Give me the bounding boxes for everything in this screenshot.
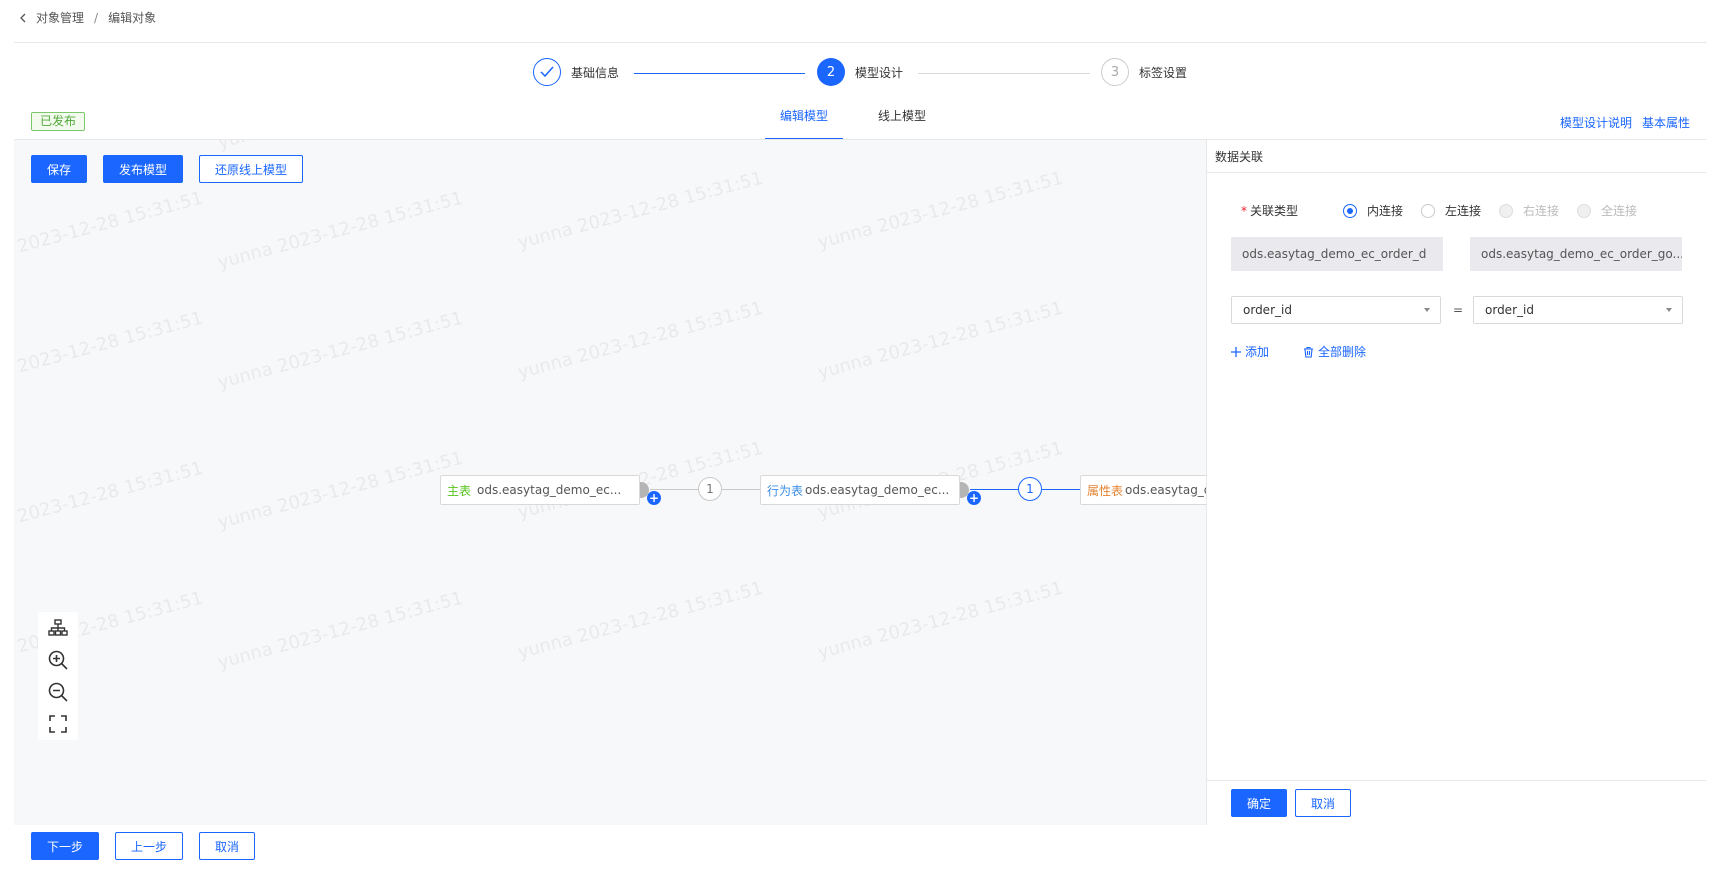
radio-dot	[1499, 203, 1513, 218]
step-number: 3	[1101, 58, 1129, 86]
watermark: yunna 2023-12-28 15:31:51	[216, 140, 466, 153]
step-number: 2	[817, 58, 845, 86]
join-connector[interactable]: 1	[698, 477, 722, 501]
chevron-down-icon	[1666, 308, 1672, 312]
node-table-name: ods.easytag_d	[1125, 483, 1206, 497]
breadcrumb-separator: /	[94, 10, 99, 25]
step-label: 标签设置	[1139, 65, 1188, 80]
radio-label: 全连接	[1601, 204, 1638, 218]
panel-cancel-button[interactable]: 取消	[1295, 789, 1351, 817]
radio-full-join: 全连接	[1577, 202, 1637, 219]
node-table-name: ods.easytag_demo_ec...	[805, 483, 950, 497]
plus-icon	[1231, 346, 1241, 357]
watermark: yunna 2023-12-28 15:31:51	[815, 167, 1066, 254]
left-table-name: ods.easytag_demo_ec_order_d	[1231, 237, 1443, 271]
watermark: yunna 2023-12-28 15:31:51	[815, 297, 1066, 384]
basic-properties-link[interactable]: 基本属性	[1642, 114, 1690, 131]
radio-dot	[1421, 203, 1435, 218]
watermark: yunna 2023-12-28 15:31:51	[515, 167, 766, 254]
equals-sign: =	[1453, 303, 1464, 317]
restore-online-model-button[interactable]: 还原线上模型	[199, 155, 303, 183]
data-association-panel: 数据关联 * 关联类型 内连接 左连接 右连接 全连接 ods.easytag_d…	[1206, 139, 1706, 825]
panel-divider	[1207, 172, 1706, 173]
radio-label: 内连接	[1367, 204, 1404, 218]
chevron-down-icon	[1424, 308, 1430, 312]
header-divider	[14, 42, 1707, 43]
right-field-value: order_id	[1485, 303, 1534, 317]
step-tag-settings[interactable]: 3 标签设置	[1101, 58, 1187, 86]
step-connector	[634, 73, 805, 74]
node-role-label: 主表	[447, 483, 472, 498]
watermark: yunna 2023-12-28 15:31:51	[14, 187, 206, 274]
left-field-value: order_id	[1243, 303, 1292, 317]
radio-dot	[1343, 203, 1357, 218]
join-type-label: * 关联类型	[1241, 204, 1299, 218]
add-condition-button[interactable]: 添加	[1231, 343, 1269, 360]
add-condition-label: 添加	[1245, 345, 1270, 359]
node-table-name: ods.easytag_demo_ec...	[477, 483, 622, 497]
model-design-help-link[interactable]: 模型设计说明	[1560, 114, 1632, 131]
delete-all-button[interactable]: 全部删除	[1303, 343, 1366, 360]
node-role-label: 属性表	[1087, 483, 1124, 498]
add-node-icon[interactable]: +	[967, 491, 981, 505]
radio-label: 左连接	[1445, 204, 1482, 218]
footer-bar: 下一步 上一步 取消	[14, 825, 1707, 872]
step-connector	[918, 73, 1090, 74]
breadcrumb: 对象管理 / 编辑对象	[16, 9, 156, 26]
right-table-name: ods.easytag_demo_ec_order_go...	[1470, 237, 1682, 271]
canvas-zoom-toolbar	[38, 612, 78, 740]
step-basic-info[interactable]: 基础信息	[533, 58, 619, 86]
radio-inner-join[interactable]: 内连接	[1343, 202, 1403, 219]
save-button[interactable]: 保存	[31, 155, 87, 183]
publish-model-button[interactable]: 发布模型	[103, 155, 183, 183]
step-model-design[interactable]: 2 模型设计	[817, 58, 903, 86]
main-table-node[interactable]: 主表 ods.easytag_demo_ec...	[440, 475, 640, 505]
fit-screen-icon[interactable]	[38, 708, 78, 740]
tab-online-model[interactable]: 线上模型	[863, 110, 941, 140]
model-canvas[interactable]: 保存 发布模型 还原线上模型 yunna 2023-12-28 15:31:51…	[14, 139, 1206, 825]
next-step-button[interactable]: 下一步	[31, 832, 99, 860]
radio-label: 右连接	[1523, 204, 1560, 218]
left-field-select[interactable]: order_id	[1231, 296, 1441, 324]
attribute-table-node[interactable]: 属性表 ods.easytag_d	[1080, 475, 1206, 505]
layout-tree-icon[interactable]	[38, 612, 78, 644]
zoom-in-icon[interactable]	[38, 644, 78, 676]
panel-title: 数据关联	[1215, 150, 1264, 164]
step-label: 模型设计	[855, 65, 904, 80]
watermark: yunna 2023-12-28 15:31:51	[215, 187, 466, 274]
watermark: yunna 2023-12-28 15:31:51	[515, 297, 766, 384]
right-field-select[interactable]: order_id	[1473, 296, 1683, 324]
top-links: 模型设计说明 基本属性	[1560, 114, 1690, 131]
cancel-button[interactable]: 取消	[199, 832, 255, 860]
radio-dot	[1577, 203, 1591, 218]
delete-all-label: 全部删除	[1318, 345, 1367, 359]
radio-right-join: 右连接	[1499, 202, 1559, 219]
watermark: yunna 2023-12-28 15:31:51	[215, 447, 466, 534]
watermark: yunna 2023-12-28 15:31:51	[215, 587, 466, 674]
back-chevron-icon[interactable]	[16, 11, 30, 25]
confirm-button[interactable]: 确定	[1231, 789, 1287, 817]
tab-edit-model[interactable]: 编辑模型	[765, 110, 844, 140]
status-badge: 已发布	[31, 112, 86, 131]
node-role-label: 行为表	[767, 483, 804, 498]
step-label: 基础信息	[571, 65, 620, 80]
behavior-table-node[interactable]: 行为表 ods.easytag_demo_ec...	[760, 475, 960, 505]
required-mark: *	[1241, 204, 1247, 218]
prev-step-button[interactable]: 上一步	[115, 832, 183, 860]
check-icon	[533, 58, 561, 86]
trash-icon	[1304, 346, 1313, 358]
watermark: yunna 2023-12-28 15:31:51	[515, 577, 766, 664]
add-node-icon[interactable]: +	[647, 491, 661, 505]
zoom-out-icon[interactable]	[38, 676, 78, 708]
breadcrumb-current: 编辑对象	[108, 11, 157, 25]
watermark: yunna 2023-12-28 15:31:51	[14, 457, 206, 544]
watermark: yunna 2023-12-28 15:31:51	[215, 307, 466, 394]
breadcrumb-parent[interactable]: 对象管理	[36, 9, 84, 26]
radio-left-join[interactable]: 左连接	[1421, 202, 1481, 219]
watermark: yunna 2023-12-28 15:31:51	[14, 307, 206, 394]
join-connector-active[interactable]: 1	[1018, 477, 1042, 501]
watermark: yunna 2023-12-28 15:31:51	[815, 577, 1066, 664]
model-tabs: 编辑模型 线上模型	[765, 110, 961, 140]
panel-footer-divider	[1207, 780, 1706, 781]
